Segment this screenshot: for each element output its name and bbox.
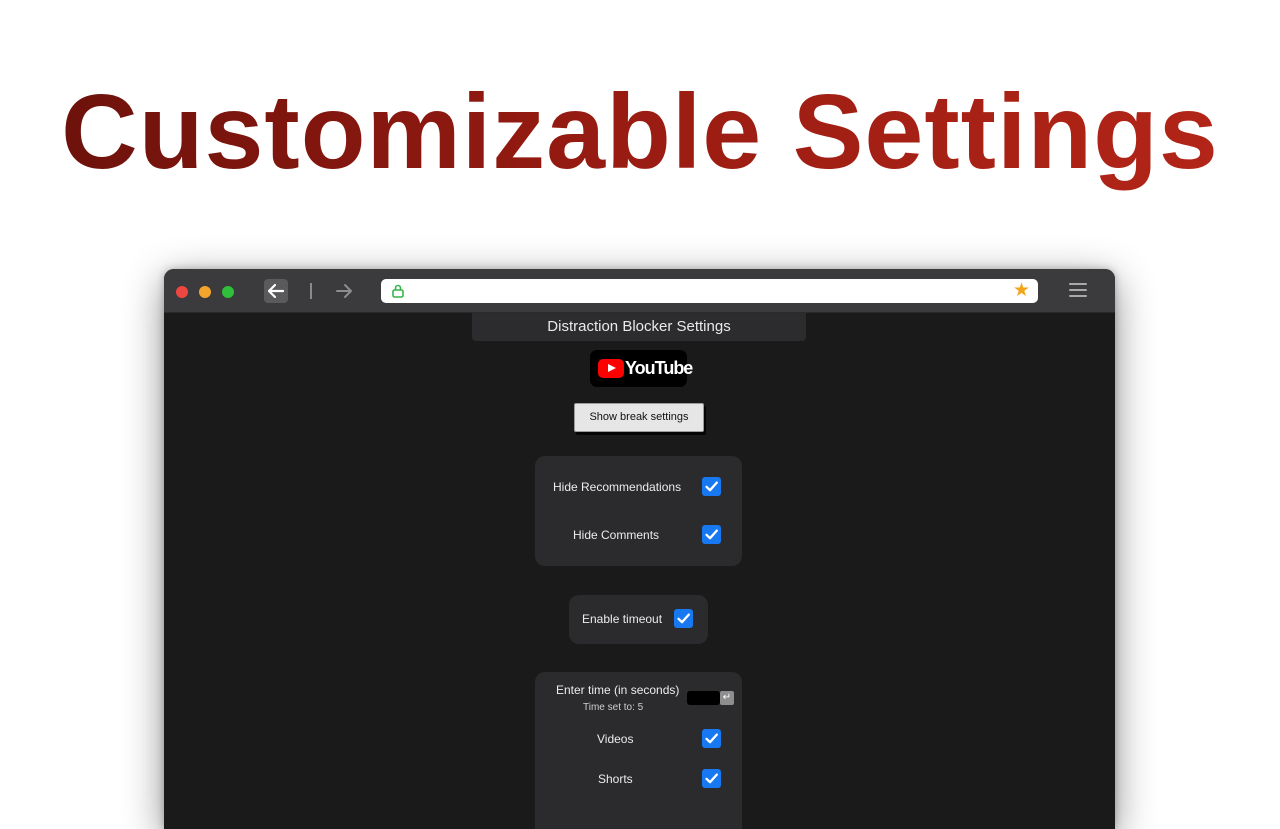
checkmark-icon [705, 481, 718, 492]
show-break-settings-button[interactable]: Show break settings [574, 403, 704, 432]
hide-comments-label: Hide Comments [573, 528, 660, 542]
time-input-field[interactable] [687, 691, 720, 705]
hide-recommendations-label: Hide Recommendations [553, 480, 682, 494]
arrow-left-icon [267, 283, 285, 299]
browser-window: ★ Distraction Blocker Settings YouTube S… [164, 269, 1115, 829]
checkmark-icon [705, 773, 718, 784]
checkmark-icon [705, 733, 718, 744]
headline: Customizable Settings [61, 73, 1219, 191]
timeout-card: Enable timeout [569, 595, 708, 644]
nav-divider [310, 283, 312, 299]
address-bar[interactable]: ★ [381, 279, 1038, 303]
lock-icon [392, 284, 404, 298]
back-button[interactable] [264, 279, 288, 303]
maximize-window-button[interactable] [222, 286, 234, 298]
shorts-checkbox[interactable] [702, 769, 721, 788]
youtube-play-icon [598, 359, 624, 378]
arrow-right-icon [336, 284, 352, 298]
timeout-settings-card: Enter time (in seconds) Time set to: 5 ↵… [535, 672, 742, 829]
videos-label: Videos [597, 732, 634, 746]
time-input-label: Enter time (in seconds) [556, 683, 680, 697]
hamburger-menu-icon[interactable] [1069, 283, 1087, 299]
checkmark-icon [705, 529, 718, 540]
browser-toolbar: ★ [164, 269, 1115, 313]
settings-title: Distraction Blocker Settings [472, 313, 806, 341]
videos-checkbox[interactable] [702, 729, 721, 748]
forward-button[interactable] [332, 279, 356, 303]
close-window-button[interactable] [176, 286, 188, 298]
minimize-window-button[interactable] [199, 286, 211, 298]
time-status-text: Time set to: 5 [583, 702, 644, 713]
bookmark-star-icon[interactable]: ★ [1013, 280, 1030, 302]
hide-comments-checkbox[interactable] [702, 525, 721, 544]
youtube-logo-text: YouTube [625, 358, 693, 378]
enable-timeout-label: Enable timeout [582, 612, 663, 626]
shorts-label: Shorts [598, 772, 633, 786]
enable-timeout-checkbox[interactable] [674, 609, 693, 628]
extension-settings-page: Distraction Blocker Settings YouTube Sho… [164, 313, 1115, 829]
hide-recommendations-checkbox[interactable] [702, 477, 721, 496]
youtube-logo: YouTube [590, 350, 693, 387]
enter-key-icon[interactable]: ↵ [720, 691, 734, 705]
hide-options-card: Hide Recommendations Hide Comments [535, 456, 742, 566]
checkmark-icon [677, 613, 690, 624]
